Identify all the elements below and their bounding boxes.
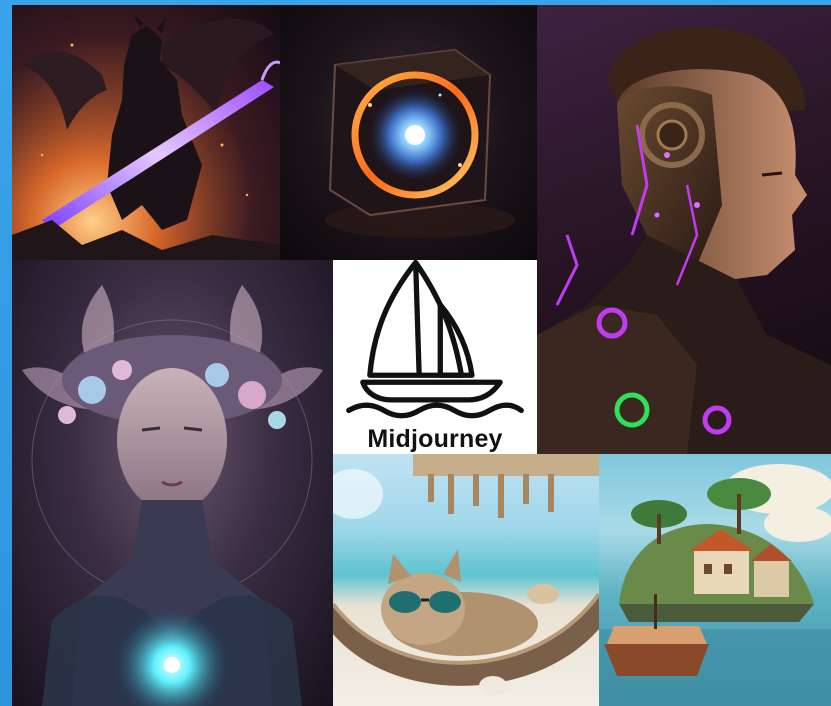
collage: Midjourney bbox=[0, 0, 831, 706]
island-village-image bbox=[599, 454, 831, 706]
sailboat-icon bbox=[346, 260, 524, 419]
glowing-cube-image bbox=[280, 5, 537, 260]
dragon-warrior-image bbox=[12, 5, 280, 260]
floral-woman-portrait-image bbox=[12, 260, 333, 706]
midjourney-logo-tile: Midjourney bbox=[333, 260, 537, 454]
cyborg-portrait-image bbox=[537, 5, 831, 454]
frame-left bbox=[0, 0, 12, 706]
brand-name: Midjourney bbox=[367, 425, 503, 453]
cat-in-hammock-image bbox=[333, 454, 599, 706]
